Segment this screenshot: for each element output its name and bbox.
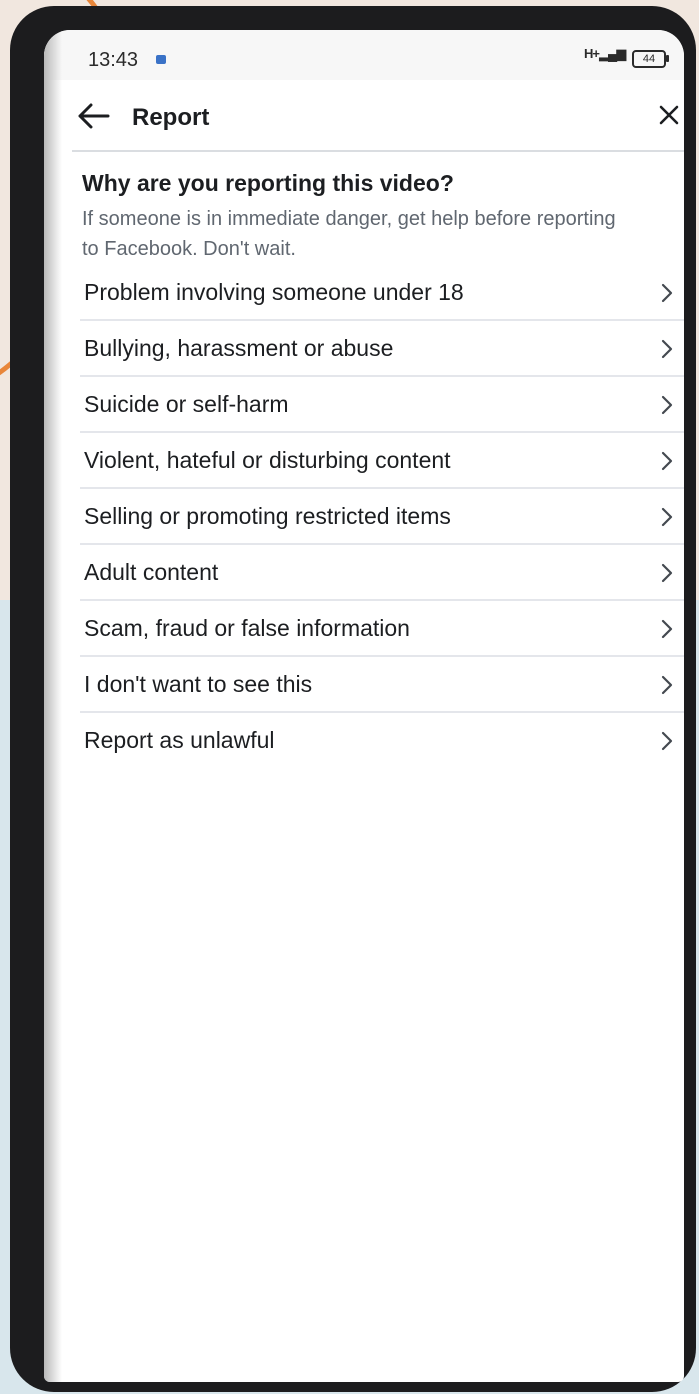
- option-bullying[interactable]: Bullying, harassment or abuse: [44, 321, 684, 377]
- page-title: Report: [132, 104, 210, 131]
- status-bar: 13:43 H+▂▄▆ 44: [44, 30, 684, 80]
- option-unlawful[interactable]: Report as unlawful: [44, 713, 684, 769]
- option-label: Report as unlawful: [84, 727, 275, 753]
- battery-tip: [666, 55, 669, 62]
- option-violent[interactable]: Violent, hateful or disturbing content: [44, 433, 684, 489]
- option-restricted-items[interactable]: Selling or promoting restricted items: [44, 489, 684, 545]
- network-type: H+: [584, 46, 600, 61]
- option-suicide[interactable]: Suicide or self-harm: [44, 377, 684, 433]
- option-label: Scam, fraud or false information: [84, 615, 410, 641]
- option-label: Suicide or self-harm: [84, 391, 289, 417]
- chevron-right-icon: [661, 395, 673, 415]
- chevron-right-icon: [661, 619, 673, 639]
- signal-icon: H+▂▄▆: [584, 46, 626, 61]
- phone-screen: 13:43 H+▂▄▆ 44 Report Why are you report…: [44, 30, 684, 1382]
- option-label: I don't want to see this: [84, 671, 313, 697]
- option-label: Bullying, harassment or abuse: [84, 335, 394, 361]
- status-time: 13:43: [88, 49, 139, 71]
- chevron-right-icon: [661, 283, 673, 303]
- option-dont-want-to-see[interactable]: I don't want to see this: [44, 657, 684, 713]
- chevron-right-icon: [661, 339, 673, 359]
- report-options-list: Problem involving someone under 18 Bully…: [44, 265, 684, 769]
- battery-icon: 44: [632, 50, 666, 68]
- option-label: Problem involving someone under 18: [84, 279, 464, 305]
- arrow-left-icon[interactable]: [74, 96, 114, 136]
- question-heading: Why are you reporting this video?: [82, 170, 454, 196]
- option-label: Violent, hateful or disturbing content: [84, 447, 451, 473]
- option-scam[interactable]: Scam, fraud or false information: [44, 601, 684, 657]
- chevron-right-icon: [661, 507, 673, 527]
- option-label: Selling or promoting restricted items: [84, 503, 451, 529]
- chevron-right-icon: [661, 563, 673, 583]
- chevron-right-icon: [661, 731, 673, 751]
- option-label: Adult content: [84, 559, 219, 585]
- option-adult-content[interactable]: Adult content: [44, 545, 684, 601]
- header-divider: [72, 150, 684, 152]
- option-under-18[interactable]: Problem involving someone under 18: [44, 265, 684, 321]
- phone-frame: 13:43 H+▂▄▆ 44 Report Why are you report…: [10, 6, 696, 1392]
- chevron-right-icon: [661, 451, 673, 471]
- chevron-right-icon: [661, 675, 673, 695]
- notification-icon: [156, 55, 166, 64]
- question-subtitle: If someone is in immediate danger, get h…: [82, 208, 616, 260]
- close-icon[interactable]: [656, 102, 682, 128]
